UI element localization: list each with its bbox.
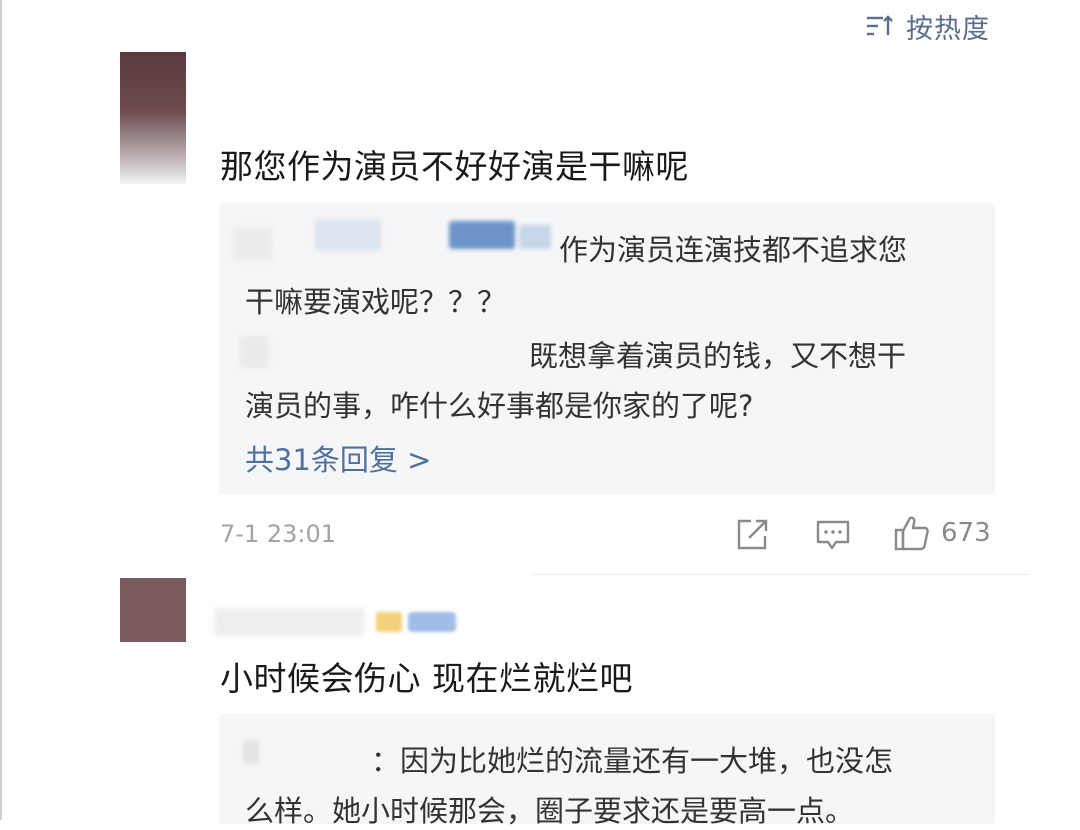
reply-text: 么样。她小时候那会，圈子要求还是要高一点。 bbox=[245, 794, 855, 828]
reply-text: ：因为比她烂的流量还有一大堆，也没怎 bbox=[371, 744, 894, 778]
share-icon bbox=[737, 519, 768, 550]
username-blurred[interactable] bbox=[214, 608, 364, 636]
sort-label: 按热度 bbox=[906, 13, 990, 45]
reply-avatar-blurred bbox=[243, 740, 259, 764]
reply-panel[interactable]: ：因为比她烂的流量还有一大堆，也没怎 么样。她小时候那会，圈子要求还是要高一点。 bbox=[219, 714, 995, 828]
window-edge bbox=[0, 0, 2, 820]
avatar[interactable] bbox=[120, 52, 186, 184]
reply-username-blurred bbox=[315, 219, 381, 251]
comment-timestamp: 7-1 23:01 bbox=[220, 520, 336, 548]
sort-lines-icon bbox=[867, 15, 893, 36]
sort-by-hot-button[interactable]: 按热度 bbox=[866, 8, 990, 45]
reply-text: 作为演员连演技都不追求您 bbox=[559, 233, 908, 267]
like-count: 673 bbox=[941, 518, 991, 548]
crown-badge-icon bbox=[376, 612, 402, 632]
comment-icon bbox=[816, 520, 850, 550]
share-button[interactable] bbox=[735, 518, 769, 552]
reply-avatar-blurred bbox=[239, 335, 269, 369]
reply-username-blurred bbox=[449, 221, 515, 249]
view-replies-link[interactable]: 共31条回复 > bbox=[245, 437, 431, 479]
level-badge-icon bbox=[408, 612, 456, 632]
reply-avatar-blurred bbox=[233, 227, 273, 261]
like-button[interactable]: 673 bbox=[893, 514, 991, 552]
reply-panel[interactable]: 作为演员连演技都不追求您 干嘛要演戏呢？？？ 既想拿着演员的钱，又不想干 演员的… bbox=[219, 203, 995, 495]
comment-text: 那您作为演员不好好演是干嘛呢 bbox=[220, 147, 689, 186]
avatar[interactable] bbox=[120, 578, 186, 642]
reply-text: 干嘛要演戏呢？？？ bbox=[245, 285, 507, 319]
reply-text: 既想拿着演员的钱，又不想干 bbox=[529, 339, 907, 373]
reply-username-blurred bbox=[519, 225, 551, 249]
thumbs-up-icon bbox=[894, 516, 929, 551]
comment-text: 小时候会伤心 现在烂就烂吧 bbox=[220, 659, 633, 698]
reply-text: 演员的事，咋什么好事都是你家的了呢? bbox=[245, 389, 754, 423]
comment-button[interactable] bbox=[815, 518, 851, 552]
comment-divider bbox=[533, 574, 1028, 575]
